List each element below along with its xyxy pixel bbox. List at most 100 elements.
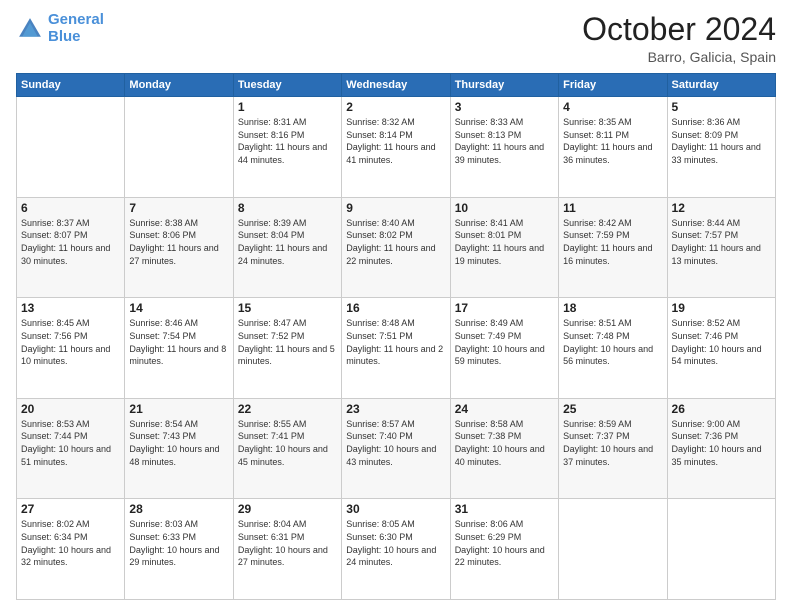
calendar-cell: 27Sunrise: 8:02 AMSunset: 6:34 PMDayligh… (17, 499, 125, 600)
calendar-cell: 10 Sunrise: 8:41 AMSunset: 8:01 PMDayligh… (450, 197, 558, 298)
day-info: Sunrise: 8:31 AMSunset: 8:16 PMDaylight:… (238, 116, 337, 166)
calendar-cell: 15 Sunrise: 8:47 AMSunset: 7:52 PMDayligh… (233, 298, 341, 399)
day-info: Sunrise: 8:48 AMSunset: 7:51 PMDaylight:… (346, 317, 445, 367)
day-number: 7 (129, 201, 228, 215)
day-info: Sunrise: 8:38 AMSunset: 8:06 PMDaylight:… (129, 217, 228, 267)
month-title: October 2024 (582, 12, 776, 47)
day-info: Sunrise: 8:53 AMSunset: 7:44 PMDaylight:… (21, 418, 120, 468)
weekday-friday: Friday (559, 74, 667, 97)
day-info: Sunrise: 8:35 AMSunset: 8:11 PMDaylight:… (563, 116, 662, 166)
day-number: 29 (238, 502, 337, 516)
day-number: 20 (21, 402, 120, 416)
day-number: 15 (238, 301, 337, 315)
calendar-header: SundayMondayTuesdayWednesdayThursdayFrid… (17, 74, 776, 97)
logo-text: General Blue (48, 12, 104, 45)
calendar-cell: 4 Sunrise: 8:35 AMSunset: 8:11 PMDaylight… (559, 97, 667, 198)
calendar-cell: 21Sunrise: 8:54 AMSunset: 7:43 PMDayligh… (125, 398, 233, 499)
weekday-header-row: SundayMondayTuesdayWednesdayThursdayFrid… (17, 74, 776, 97)
day-number: 23 (346, 402, 445, 416)
day-number: 11 (563, 201, 662, 215)
calendar-cell (559, 499, 667, 600)
calendar-cell: 8 Sunrise: 8:39 AMSunset: 8:04 PMDaylight… (233, 197, 341, 298)
day-info: Sunrise: 8:37 AMSunset: 8:07 PMDaylight:… (21, 217, 120, 267)
calendar-cell: 28Sunrise: 8:03 AMSunset: 6:33 PMDayligh… (125, 499, 233, 600)
day-info: Sunrise: 8:04 AMSunset: 6:31 PMDaylight:… (238, 518, 337, 568)
calendar-cell (667, 499, 775, 600)
day-number: 18 (563, 301, 662, 315)
day-number: 24 (455, 402, 554, 416)
day-info: Sunrise: 8:33 AMSunset: 8:13 PMDaylight:… (455, 116, 554, 166)
logo-icon (16, 15, 44, 43)
calendar-cell: 6 Sunrise: 8:37 AMSunset: 8:07 PMDaylight… (17, 197, 125, 298)
day-number: 21 (129, 402, 228, 416)
day-info: Sunrise: 8:39 AMSunset: 8:04 PMDaylight:… (238, 217, 337, 267)
day-info: Sunrise: 8:49 AMSunset: 7:49 PMDaylight:… (455, 317, 554, 367)
week-row-1: 1 Sunrise: 8:31 AMSunset: 8:16 PMDaylight… (17, 97, 776, 198)
day-info: Sunrise: 8:47 AMSunset: 7:52 PMDaylight:… (238, 317, 337, 367)
day-info: Sunrise: 8:40 AMSunset: 8:02 PMDaylight:… (346, 217, 445, 267)
day-info: Sunrise: 8:59 AMSunset: 7:37 PMDaylight:… (563, 418, 662, 468)
calendar-body: 1 Sunrise: 8:31 AMSunset: 8:16 PMDaylight… (17, 97, 776, 600)
day-number: 5 (672, 100, 771, 114)
weekday-tuesday: Tuesday (233, 74, 341, 97)
calendar-cell: 12 Sunrise: 8:44 AMSunset: 7:57 PMDayligh… (667, 197, 775, 298)
day-number: 16 (346, 301, 445, 315)
title-block: October 2024 Barro, Galicia, Spain (582, 12, 776, 65)
day-number: 6 (21, 201, 120, 215)
day-info: Sunrise: 8:03 AMSunset: 6:33 PMDaylight:… (129, 518, 228, 568)
calendar-cell: 11 Sunrise: 8:42 AMSunset: 7:59 PMDayligh… (559, 197, 667, 298)
day-number: 19 (672, 301, 771, 315)
calendar-cell: 25Sunrise: 8:59 AMSunset: 7:37 PMDayligh… (559, 398, 667, 499)
day-number: 10 (455, 201, 554, 215)
day-info: Sunrise: 8:05 AMSunset: 6:30 PMDaylight:… (346, 518, 445, 568)
day-number: 1 (238, 100, 337, 114)
calendar-cell: 7 Sunrise: 8:38 AMSunset: 8:06 PMDaylight… (125, 197, 233, 298)
calendar-cell: 29 Sunrise: 8:04 AMSunset: 6:31 PMDayligh… (233, 499, 341, 600)
day-number: 13 (21, 301, 120, 315)
calendar-cell: 3 Sunrise: 8:33 AMSunset: 8:13 PMDaylight… (450, 97, 558, 198)
calendar-cell (125, 97, 233, 198)
weekday-monday: Monday (125, 74, 233, 97)
calendar-cell: 24 Sunrise: 8:58 AMSunset: 7:38 PMDayligh… (450, 398, 558, 499)
calendar-cell (17, 97, 125, 198)
calendar-cell: 22 Sunrise: 8:55 AMSunset: 7:41 PMDayligh… (233, 398, 341, 499)
day-info: Sunrise: 9:00 AMSunset: 7:36 PMDaylight:… (672, 418, 771, 468)
day-info: Sunrise: 8:58 AMSunset: 7:38 PMDaylight:… (455, 418, 554, 468)
day-number: 26 (672, 402, 771, 416)
logo: General Blue (16, 12, 104, 45)
day-number: 27 (21, 502, 120, 516)
day-number: 3 (455, 100, 554, 114)
calendar-cell: 2Sunrise: 8:32 AMSunset: 8:14 PMDaylight… (342, 97, 450, 198)
calendar-cell: 23Sunrise: 8:57 AMSunset: 7:40 PMDayligh… (342, 398, 450, 499)
calendar-cell: 14Sunrise: 8:46 AMSunset: 7:54 PMDayligh… (125, 298, 233, 399)
day-info: Sunrise: 8:52 AMSunset: 7:46 PMDaylight:… (672, 317, 771, 367)
week-row-5: 27Sunrise: 8:02 AMSunset: 6:34 PMDayligh… (17, 499, 776, 600)
location-title: Barro, Galicia, Spain (582, 49, 776, 65)
day-info: Sunrise: 8:32 AMSunset: 8:14 PMDaylight:… (346, 116, 445, 166)
weekday-thursday: Thursday (450, 74, 558, 97)
day-number: 8 (238, 201, 337, 215)
calendar-cell: 13Sunrise: 8:45 AMSunset: 7:56 PMDayligh… (17, 298, 125, 399)
calendar-table: SundayMondayTuesdayWednesdayThursdayFrid… (16, 73, 776, 600)
day-number: 22 (238, 402, 337, 416)
day-number: 17 (455, 301, 554, 315)
day-number: 9 (346, 201, 445, 215)
week-row-3: 13Sunrise: 8:45 AMSunset: 7:56 PMDayligh… (17, 298, 776, 399)
calendar-cell: 16 Sunrise: 8:48 AMSunset: 7:51 PMDayligh… (342, 298, 450, 399)
logo-blue: Blue (48, 28, 81, 45)
day-info: Sunrise: 8:42 AMSunset: 7:59 PMDaylight:… (563, 217, 662, 267)
weekday-sunday: Sunday (17, 74, 125, 97)
day-info: Sunrise: 8:41 AMSunset: 8:01 PMDaylight:… (455, 217, 554, 267)
day-number: 12 (672, 201, 771, 215)
calendar-cell: 1 Sunrise: 8:31 AMSunset: 8:16 PMDaylight… (233, 97, 341, 198)
week-row-4: 20 Sunrise: 8:53 AMSunset: 7:44 PMDayligh… (17, 398, 776, 499)
day-number: 30 (346, 502, 445, 516)
calendar-cell: 5Sunrise: 8:36 AMSunset: 8:09 PMDaylight… (667, 97, 775, 198)
day-number: 4 (563, 100, 662, 114)
calendar-cell: 31Sunrise: 8:06 AMSunset: 6:29 PMDayligh… (450, 499, 558, 600)
day-info: Sunrise: 8:46 AMSunset: 7:54 PMDaylight:… (129, 317, 228, 367)
week-row-2: 6 Sunrise: 8:37 AMSunset: 8:07 PMDaylight… (17, 197, 776, 298)
day-info: Sunrise: 8:55 AMSunset: 7:41 PMDaylight:… (238, 418, 337, 468)
day-info: Sunrise: 8:44 AMSunset: 7:57 PMDaylight:… (672, 217, 771, 267)
day-info: Sunrise: 8:06 AMSunset: 6:29 PMDaylight:… (455, 518, 554, 568)
